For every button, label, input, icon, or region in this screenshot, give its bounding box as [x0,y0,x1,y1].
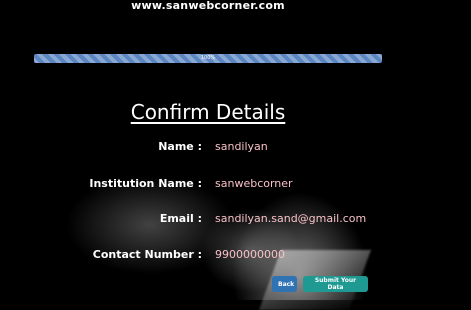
institution-name-label: Institution Name : [89,177,202,190]
name-value: sandilyan [215,140,268,153]
site-header: www.sanwebcorner.com [131,0,285,12]
email-label: Email : [159,212,202,225]
contact-number-value: 9900000000 [215,248,285,261]
contact-number-label: Contact Number : [92,248,202,261]
name-label: Name : [158,140,202,153]
back-button[interactable]: Back [272,276,297,292]
progress-bar: 100% [34,54,382,63]
progress-label: 100% [200,55,216,61]
progress-track: 100% [34,54,382,63]
page-title: Confirm Details [130,100,286,124]
submit-data-button[interactable]: Submit Your Data [303,276,368,292]
email-value: sandilyan.sand@gmail.com [215,212,367,225]
institution-name-value: sanwebcorner [215,177,293,190]
